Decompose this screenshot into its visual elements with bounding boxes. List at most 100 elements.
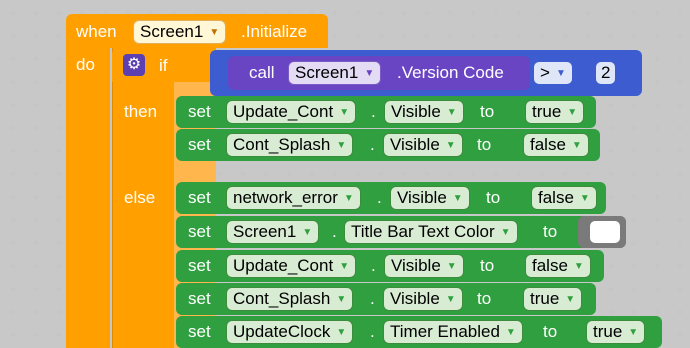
component-text: Screen1 [233, 222, 297, 241]
call-component-text: Screen1 [295, 63, 359, 82]
chevron-down-icon: ▼ [567, 107, 578, 118]
call-component-dropdown[interactable]: Screen1 ▼ [288, 61, 382, 85]
event-component-text: Screen1 [140, 22, 204, 41]
property-dropdown[interactable]: Visible ▼ [383, 287, 463, 311]
to-label: to [477, 135, 492, 154]
component-dropdown[interactable]: Update_Cont ▼ [226, 100, 357, 124]
chevron-down-icon: ▼ [628, 327, 639, 338]
chevron-down-icon: ▼ [452, 193, 463, 204]
to-label: to [543, 322, 558, 341]
event-block-body [66, 48, 110, 348]
component-text: UpdateClock [233, 322, 331, 341]
chevron-down-icon: ▼ [343, 193, 354, 204]
component-dropdown[interactable]: Cont_Splash ▼ [226, 133, 354, 157]
chevron-down-icon: ▼ [446, 107, 457, 118]
component-text: network_error [233, 188, 338, 207]
gear-icon[interactable]: ⚙ [123, 54, 145, 76]
property-text: Visible [390, 289, 440, 308]
set-label: set [188, 102, 211, 121]
boolean-dropdown[interactable]: false ▼ [523, 133, 589, 157]
component-text: Update_Cont [233, 256, 334, 275]
boolean-text: false [532, 256, 568, 275]
boolean-dropdown[interactable]: false ▼ [531, 186, 597, 210]
set-label: set [188, 322, 211, 341]
to-label: to [543, 222, 558, 241]
chevron-down-icon: ▼ [579, 193, 590, 204]
number-value-text: 2 [601, 63, 611, 82]
dot-label: . [370, 289, 375, 308]
chevron-down-icon: ▼ [500, 227, 511, 238]
component-dropdown[interactable]: Cont_Splash ▼ [226, 287, 354, 311]
when-label: when [76, 22, 117, 41]
to-label: to [480, 256, 495, 275]
dot-label: . [377, 188, 382, 207]
number-value-field[interactable]: 2 [595, 61, 617, 85]
chevron-down-icon: ▼ [209, 27, 220, 38]
call-label: call [249, 63, 275, 82]
property-dropdown[interactable]: Visible ▼ [384, 100, 464, 124]
to-label: to [477, 289, 492, 308]
property-dropdown[interactable]: Timer Enabled ▼ [383, 320, 523, 344]
chevron-down-icon: ▼ [302, 227, 313, 238]
property-text: Visible [391, 102, 441, 121]
call-method-label: .Version Code [397, 63, 504, 82]
property-text: Timer Enabled [390, 322, 500, 341]
else-label: else [124, 188, 156, 207]
dot-label: . [332, 222, 337, 241]
boolean-dropdown[interactable]: false ▼ [525, 254, 591, 278]
operator-dropdown[interactable]: > ▼ [533, 61, 573, 85]
chevron-down-icon: ▼ [571, 140, 582, 151]
component-dropdown[interactable]: UpdateClock ▼ [226, 320, 354, 344]
property-text: Visible [391, 256, 441, 275]
boolean-dropdown[interactable]: true ▼ [586, 320, 646, 344]
operator-text: > [540, 63, 550, 82]
property-text: Visible [397, 188, 447, 207]
dot-label: . [371, 102, 376, 121]
dot-label: . [370, 135, 375, 154]
boolean-text: true [530, 289, 560, 308]
color-swatch[interactable] [590, 221, 620, 243]
set-label: set [188, 256, 211, 275]
chevron-down-icon: ▼ [364, 68, 375, 79]
set-label: set [188, 289, 211, 308]
component-text: Update_Cont [233, 102, 334, 121]
dot-label: . [370, 322, 375, 341]
boolean-text: true [593, 322, 623, 341]
boolean-text: false [538, 188, 574, 207]
set-label: set [188, 222, 211, 241]
chevron-down-icon: ▼ [445, 140, 456, 151]
to-label: to [480, 102, 495, 121]
chevron-down-icon: ▼ [339, 261, 350, 272]
property-dropdown[interactable]: Title Bar Text Color ▼ [344, 220, 518, 244]
component-dropdown[interactable]: Update_Cont ▼ [226, 254, 357, 278]
chevron-down-icon: ▼ [505, 327, 516, 338]
then-label: then [124, 102, 158, 121]
property-text: Visible [390, 135, 440, 154]
to-label: to [486, 188, 501, 207]
set-label: set [188, 135, 211, 154]
boolean-text: false [530, 135, 566, 154]
chevron-down-icon: ▼ [339, 107, 350, 118]
chevron-down-icon: ▼ [555, 68, 566, 79]
chevron-down-icon: ▼ [565, 294, 576, 305]
property-dropdown[interactable]: Visible ▼ [384, 254, 464, 278]
property-dropdown[interactable]: Visible ▼ [383, 133, 463, 157]
boolean-dropdown[interactable]: true ▼ [523, 287, 583, 311]
chevron-down-icon: ▼ [446, 261, 457, 272]
boolean-text: true [532, 102, 562, 121]
chevron-down-icon: ▼ [336, 140, 347, 151]
property-dropdown[interactable]: Visible ▼ [390, 186, 470, 210]
if-label: if [159, 56, 168, 75]
boolean-dropdown[interactable]: true ▼ [525, 100, 585, 124]
chevron-down-icon: ▼ [336, 294, 347, 305]
event-component-dropdown[interactable]: Screen1 ▼ [133, 20, 227, 44]
event-name-label: .Initialize [241, 22, 308, 41]
component-dropdown[interactable]: Screen1 ▼ [226, 220, 320, 244]
chevron-down-icon: ▼ [573, 261, 584, 272]
dot-label: . [371, 256, 376, 275]
component-text: Cont_Splash [233, 289, 331, 308]
chevron-down-icon: ▼ [445, 294, 456, 305]
component-dropdown[interactable]: network_error ▼ [226, 186, 361, 210]
do-label: do [76, 55, 95, 74]
set-label: set [188, 188, 211, 207]
